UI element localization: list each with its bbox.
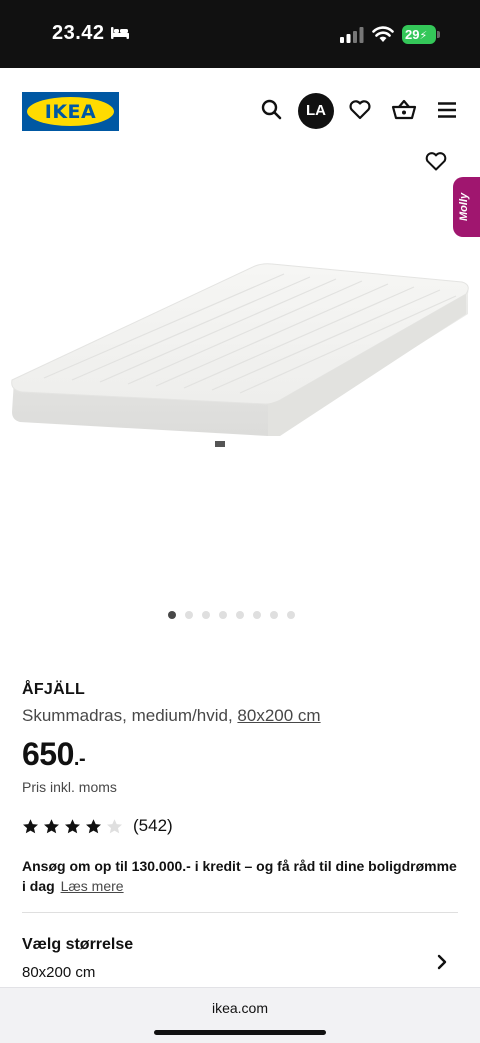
browser-address-bar[interactable]: ikea.com (0, 987, 480, 1043)
logo-oval: IKEA (27, 97, 114, 126)
gallery-pagination-dots (0, 611, 480, 621)
cellular-signal-icon (340, 27, 364, 43)
product-price: 650.- (22, 736, 86, 773)
user-avatar[interactable]: LA (298, 93, 334, 129)
star-filled-icon (44, 818, 59, 833)
gallery-dot[interactable] (201, 611, 210, 619)
product-image-mattress[interactable] (0, 250, 480, 470)
molly-label: Molly (458, 192, 470, 221)
status-time: 23.42 (52, 22, 105, 44)
site-header: IKEA LA (0, 68, 480, 154)
charging-bolt-icon: ⚡ (419, 30, 428, 42)
heart-icon[interactable] (347, 97, 373, 123)
gallery-dot[interactable] (167, 611, 176, 619)
gallery-dot[interactable] (286, 611, 295, 619)
vat-note: Pris inkl. moms (22, 779, 117, 795)
gallery-dot[interactable] (235, 611, 244, 619)
ikea-logo[interactable]: IKEA (22, 92, 119, 131)
gallery-dot[interactable] (252, 611, 261, 619)
star-filled-icon (65, 818, 80, 833)
star-filled-icon (86, 818, 101, 833)
price-value: 650 (22, 736, 74, 772)
battery-indicator: 29⚡ (402, 25, 436, 44)
product-description: Skummadras, medium/hvid, 80x200 cm (22, 706, 321, 726)
size-selector-title: Vælg størrelse (22, 936, 134, 953)
gallery-dot[interactable] (269, 611, 278, 619)
product-rating[interactable]: (542) (22, 816, 173, 836)
credit-promo: Ansøg om op til 130.000.- i kredit – og … (22, 856, 462, 896)
logo-text: IKEA (44, 100, 97, 123)
product-size-link[interactable]: 80x200 cm (237, 706, 320, 725)
gallery-dot[interactable] (184, 611, 193, 619)
star-filled-icon (23, 818, 38, 833)
product-name: ÅFJÄLL (22, 681, 86, 698)
gallery-dot[interactable] (218, 611, 227, 619)
wifi-icon (372, 26, 394, 42)
browser-url[interactable]: ikea.com (0, 1000, 480, 1016)
product-description-text: Skummadras, medium/hvid, (22, 706, 233, 725)
review-count: (542) (133, 816, 173, 835)
read-more-link[interactable]: Læs mere (61, 878, 124, 894)
menu-icon[interactable] (434, 97, 460, 123)
battery-level: 29 (405, 27, 420, 42)
size-selector[interactable]: Vælg størrelse 80x200 cm (0, 913, 480, 987)
basket-icon[interactable] (391, 97, 417, 123)
home-indicator[interactable] (154, 1030, 326, 1035)
sleep-bed-icon (111, 27, 129, 39)
price-suffix: .- (73, 748, 86, 770)
status-bar: 23.42 29⚡ (0, 0, 480, 68)
add-to-favourites-heart-icon[interactable] (424, 150, 448, 172)
chevron-right-icon (437, 954, 447, 970)
size-selector-value: 80x200 cm (22, 964, 96, 981)
battery-tip (437, 31, 440, 38)
search-icon[interactable] (259, 97, 285, 123)
molly-assistant-tab[interactable]: Molly (453, 177, 480, 237)
star-empty-icon (107, 818, 122, 833)
